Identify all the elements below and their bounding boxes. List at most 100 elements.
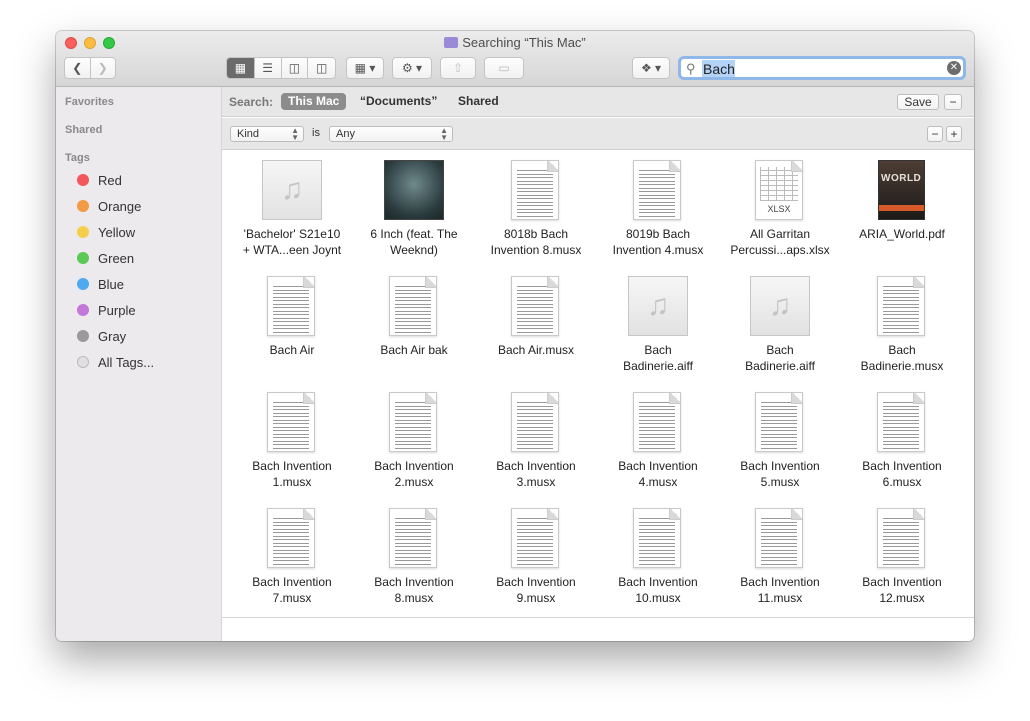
file-item[interactable]: Bach Invention 6.musx <box>842 382 962 498</box>
tag-color-dot-icon <box>77 278 89 290</box>
sidebar-tag-yellow[interactable]: Yellow <box>77 222 135 242</box>
nav-buttons: ❮ ❯ <box>64 57 116 79</box>
cover-flow-icon: ◫ <box>315 61 328 75</box>
file-name-line1: Bach Invention <box>252 459 332 473</box>
file-name: Bach Invention 9.musx <box>476 574 596 606</box>
file-item[interactable]: Bach Air.musx <box>476 266 596 382</box>
results-area: Search: This Mac “Documents” Shared Save… <box>222 87 974 641</box>
file-item[interactable]: Bach Invention 12.musx <box>842 498 962 614</box>
file-item[interactable]: ♫ Bach Badinerie.aiff <box>598 266 718 382</box>
file-item[interactable]: Bach Invention 10.musx <box>598 498 718 614</box>
criteria-bar: Kind ▲ ▼ is Any ▲ ▼ − + <box>222 118 974 150</box>
file-item[interactable]: Bach Invention 3.musx <box>476 382 596 498</box>
file-name: Bach Air <box>232 342 352 358</box>
file-item[interactable]: WORLD ARIA_World.pdf <box>842 150 962 266</box>
criteria-attribute-popup[interactable]: Kind ▲ ▼ <box>230 126 304 142</box>
file-item[interactable]: Bach Invention 2.musx <box>354 382 474 498</box>
share-button[interactable]: ⇧ <box>440 57 476 79</box>
action-button[interactable]: ⚙ ▾ <box>392 57 432 79</box>
file-item[interactable]: 8018b Bach Invention 8.musx <box>476 150 596 266</box>
remove-criteria-button[interactable]: − <box>927 126 943 142</box>
forward-button[interactable]: ❯ <box>91 58 116 78</box>
file-name-line1: 8018b Bach <box>503 227 569 241</box>
file-item[interactable]: 8019b Bach Invention 4.musx <box>598 150 718 266</box>
sidebar-tag-blue[interactable]: Blue <box>77 274 124 294</box>
sidebar-tag-alltags[interactable]: All Tags... <box>77 352 154 372</box>
search-icon: ⚲ <box>686 61 696 76</box>
updown-arrows-icon: ▲ ▼ <box>440 126 448 142</box>
dropbox-button[interactable]: ❖ ▾ <box>632 57 670 79</box>
file-item[interactable]: Bach Invention 8.musx <box>354 498 474 614</box>
remove-scope-button[interactable]: − <box>944 94 962 110</box>
gear-icon: ⚙ ▾ <box>401 61 423 75</box>
file-thumbnail <box>262 392 322 452</box>
icon-view-button[interactable]: ▦ <box>227 58 255 78</box>
arrange-button[interactable]: ▦ ▾ <box>346 57 384 79</box>
save-search-button[interactable]: Save <box>897 94 939 110</box>
scope-shared[interactable]: Shared <box>451 93 506 110</box>
file-thumbnail: ♫ <box>262 160 322 220</box>
score-document-icon <box>389 392 437 452</box>
list-view-button[interactable]: ☰ <box>255 58 282 78</box>
file-thumbnail <box>384 392 444 452</box>
file-item[interactable]: Bach Invention 5.musx <box>720 382 840 498</box>
cover-flow-button[interactable]: ◫ <box>308 58 335 78</box>
file-name-line1: Bach Invention <box>496 459 576 473</box>
file-name-line2: 10.musx <box>635 591 681 605</box>
file-item[interactable]: Bach Invention 1.musx <box>232 382 352 498</box>
file-item[interactable]: XLSX All Garritan Percussi...aps.xlsx <box>720 150 840 266</box>
file-item[interactable]: ♫ Bach Badinerie.aiff <box>720 266 840 382</box>
sidebar-tag-orange[interactable]: Orange <box>77 196 141 216</box>
file-name: Bach Invention 4.musx <box>598 458 718 490</box>
toolbar: Searching “This Mac” ❮ ❯ ▦ ☰ ◫ ◫ ▦ ▾ ⚙ ▾… <box>56 31 974 87</box>
file-item[interactable]: Bach Invention 7.musx <box>232 498 352 614</box>
file-name: Bach Invention 8.musx <box>354 574 474 606</box>
file-item[interactable]: Bach Invention 9.musx <box>476 498 596 614</box>
file-name: 8019b Bach Invention 4.musx <box>598 226 718 258</box>
sidebar-tag-gray[interactable]: Gray <box>77 326 126 346</box>
pdf-cover-icon: WORLD <box>878 160 925 220</box>
file-name-line2: Badinerie.musx <box>860 359 944 373</box>
file-thumbnail <box>628 392 688 452</box>
file-thumbnail <box>872 276 932 336</box>
file-name-line1: Bach Invention <box>740 459 820 473</box>
criteria-operator: is <box>312 127 320 139</box>
sidebar-tag-purple[interactable]: Purple <box>77 300 136 320</box>
file-name-line2: 11.musx <box>757 591 803 605</box>
score-document-icon <box>511 392 559 452</box>
file-item[interactable]: Bach Badinerie.musx <box>842 266 962 382</box>
file-name: Bach Air.musx <box>476 342 596 358</box>
add-criteria-button[interactable]: + <box>946 126 962 142</box>
search-field[interactable]: ⚲ ✕ <box>678 56 966 80</box>
criteria-value-popup[interactable]: Any ▲ ▼ <box>329 126 453 142</box>
column-view-button[interactable]: ◫ <box>282 58 309 78</box>
sidebar-tag-red[interactable]: Red <box>77 170 122 190</box>
clear-search-icon[interactable]: ✕ <box>947 61 961 75</box>
window-title: Searching “This Mac” <box>56 35 974 50</box>
grid-icon: ▦ <box>234 61 247 75</box>
edit-tags-button[interactable]: ▭ <box>484 57 524 79</box>
file-item[interactable]: Bach Air bak <box>354 266 474 382</box>
file-name-line1: Bach <box>888 343 916 357</box>
sidebar-tag-green[interactable]: Green <box>77 248 134 268</box>
file-thumbnail <box>750 392 810 452</box>
view-mode-control: ▦ ☰ ◫ ◫ <box>226 57 336 79</box>
file-item[interactable]: 6 Inch (feat. The Weeknd) <box>354 150 474 266</box>
file-name: 8018b Bach Invention 8.musx <box>476 226 596 258</box>
file-name-line1: Bach Air <box>269 343 315 357</box>
album-artwork-icon <box>384 160 444 220</box>
back-button[interactable]: ❮ <box>65 58 91 78</box>
file-name: Bach Invention 1.musx <box>232 458 352 490</box>
file-name-line2: 2.musx <box>394 475 434 489</box>
file-name: Bach Invention 7.musx <box>232 574 352 606</box>
scope-this-mac[interactable]: This Mac <box>281 93 347 110</box>
file-item[interactable]: Bach Air <box>232 266 352 382</box>
search-input[interactable] <box>703 60 933 77</box>
file-item[interactable]: ♫ 'Bachelor' S21e10 + WTA...een Joynt <box>232 150 352 266</box>
score-document-icon <box>511 276 559 336</box>
scope-documents[interactable]: “Documents” <box>353 93 444 110</box>
file-item[interactable]: Bach Invention 11.musx <box>720 498 840 614</box>
spreadsheet-icon: XLSX <box>755 160 803 220</box>
columns-icon: ◫ <box>288 61 301 75</box>
file-item[interactable]: Bach Invention 4.musx <box>598 382 718 498</box>
